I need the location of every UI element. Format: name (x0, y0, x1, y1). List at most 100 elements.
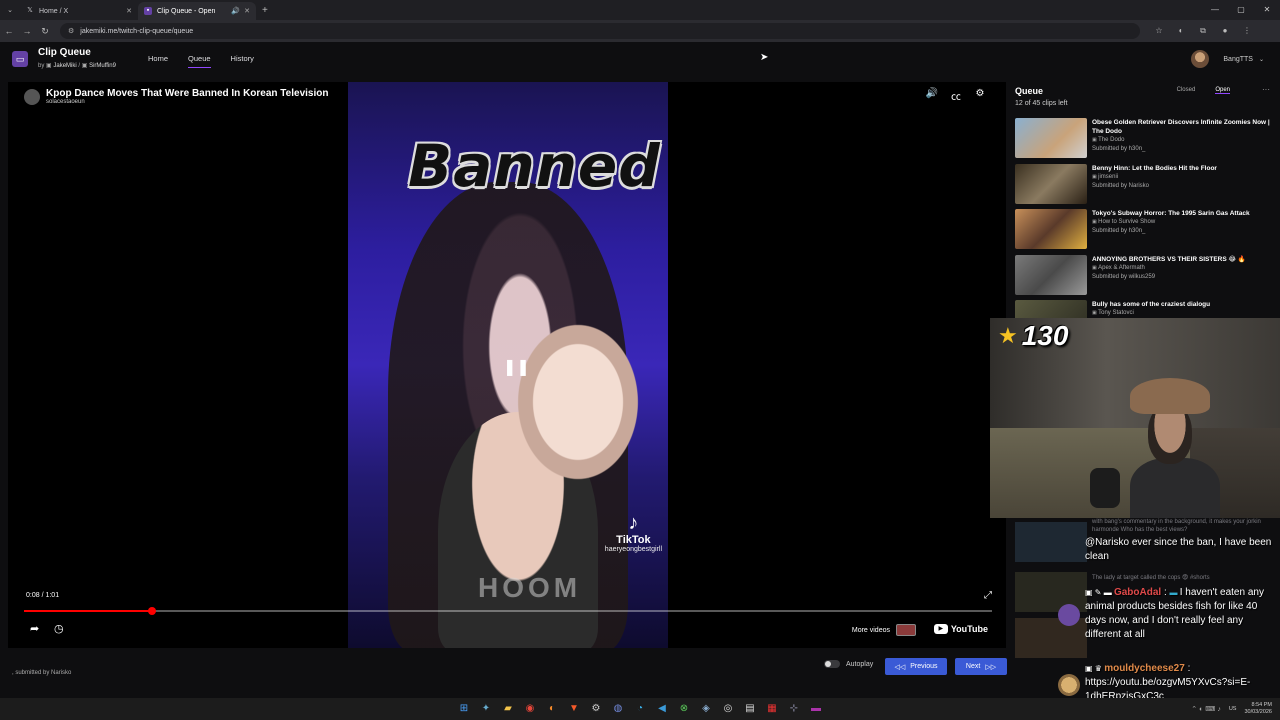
clock-date: 30/03/2026 (1244, 709, 1272, 715)
queue-title: Queue (1015, 86, 1044, 96)
user-menu[interactable]: BangTTS ⌄ (1191, 50, 1264, 68)
queue-item-info: ANNOYING BROTHERS VS THEIR SISTERS 😂 🔥 A… (1092, 255, 1246, 301)
queue-open-tab[interactable]: Open (1215, 87, 1230, 94)
more-videos-button[interactable]: More videos (852, 624, 916, 636)
audio-playing-icon[interactable]: 🔊 (231, 7, 240, 15)
autoplay-toggle[interactable]: Autoplay (824, 660, 873, 668)
video-channel[interactable]: solacestaoeun (46, 99, 328, 105)
chat-message-text: @Narisko ever since the ban, I have been… (1085, 537, 1272, 562)
share-icon[interactable]: ➦ (30, 622, 54, 635)
site-info-icon[interactable]: ⚙ (68, 27, 74, 35)
credits-by: by (38, 63, 45, 69)
chrome-icon[interactable]: ◉ (519, 698, 541, 720)
tab-clip-queue[interactable]: ▪ Clip Queue - Open 🔊 ✕ (138, 2, 256, 20)
new-tab-button[interactable]: + (262, 5, 268, 16)
minimize-icon[interactable]: — (1202, 0, 1228, 20)
file-explorer-icon[interactable]: ▰ (497, 698, 519, 720)
brave-icon[interactable]: ▼ (563, 698, 585, 720)
recorder-icon[interactable]: ▦ (761, 698, 783, 720)
progress-bar[interactable] (24, 607, 992, 615)
tiktok-logo-icon: ♪ (628, 512, 639, 534)
back-icon[interactable]: ← (0, 26, 18, 36)
scrubber-handle[interactable] (147, 607, 156, 615)
queue-item[interactable]: Benny Hinn: Let the Bodies Hit the Floor… (1015, 163, 1277, 210)
video-player[interactable]: Banned ❚❚ ♪ TikTok haeryeongbestgirll HO… (8, 82, 1006, 648)
username: BangTTS (1223, 55, 1253, 63)
channel-avatar[interactable] (24, 89, 40, 105)
tab-search-button[interactable]: ⌄ (0, 6, 20, 14)
more-videos-label: More videos (851, 626, 890, 634)
author-link-1[interactable]: JakeMiki (53, 63, 76, 69)
app-icon[interactable]: ▤ (739, 698, 761, 720)
queue-item[interactable]: Obese Golden Retriever Discovers Infinit… (1015, 118, 1277, 164)
queue-menu-icon[interactable]: ··· (1262, 85, 1270, 94)
extensions-puzzle-icon[interactable]: ⧉ (1192, 26, 1214, 36)
star-counter: ★ 130 (998, 320, 1068, 352)
watch-later-clock-icon[interactable]: ◷ (54, 622, 78, 635)
queue-closed-tab[interactable]: Closed (1177, 87, 1196, 94)
tiktok-word: TikTok (616, 534, 651, 546)
video-title[interactable]: Kpop Dance Moves That Were Banned In Kor… (46, 88, 328, 99)
system-clock[interactable]: 8:54 PM 30/03/2026 (1244, 702, 1272, 716)
submitted-by-text: , submitted by Narisko (12, 670, 71, 676)
settings-gear-icon[interactable]: ⚙ (585, 698, 607, 720)
copilot-icon[interactable]: ✦ (475, 698, 497, 720)
queue-item-title: Benny Hinn: Let the Bodies Hit the Floor (1092, 164, 1217, 172)
queue-status-tabs: Closed Open (1157, 87, 1230, 94)
tiktok-watermark: ♪ TikTok haeryeongbestgirll (605, 512, 662, 553)
reload-icon[interactable]: ↻ (36, 26, 54, 37)
tray-icons[interactable]: ⌃ ◐ ⌨ ♪ (1191, 705, 1221, 713)
settings-gear-icon[interactable]: ⚙ (968, 88, 992, 103)
queue-list: Obese Golden Retriever Discovers Infinit… (1015, 118, 1277, 346)
app-icon[interactable]: ⊹ (783, 698, 805, 720)
bookmark-star-icon[interactable]: ☆ (1148, 26, 1170, 36)
queue-item[interactable]: Tokyo's Subway Horror: The 1995 Sarin Ga… (1015, 209, 1277, 255)
extension-icon[interactable]: ◐ (1170, 26, 1192, 36)
obs-icon[interactable]: ◎ (717, 698, 739, 720)
autoplay-switch[interactable] (824, 660, 840, 668)
steam-icon[interactable]: ◈ (695, 698, 717, 720)
fullscreen-icon[interactable]: ⤢ (984, 590, 992, 601)
language-indicator[interactable]: US (1229, 706, 1237, 712)
previous-label: Previous (910, 663, 938, 670)
app-icon[interactable]: ▬ (805, 698, 827, 720)
next-button[interactable]: Next ▷▷ (955, 658, 1007, 675)
queue-item[interactable]: ANNOYING BROTHERS VS THEIR SISTERS 😂 🔥 A… (1015, 254, 1277, 301)
previous-button[interactable]: ◁◁ Previous (885, 658, 947, 675)
browser-menu-icon[interactable]: ⋮ (1236, 26, 1258, 36)
windows-taskbar: ⊞ ✦ ▰ ◉ ◐ ▼ ⚙ ◍ ◔ ◀ ⊗ ◈ ◎ ▤ ▦ ⊹ ▬ ⌃ ◐ ⌨ … (0, 698, 1280, 720)
close-tab-icon[interactable]: ✕ (126, 7, 132, 15)
mouse-cursor-icon: ➤ (760, 52, 769, 63)
captions-icon[interactable]: ㏄ (944, 88, 968, 103)
forward-icon[interactable]: → (18, 26, 36, 36)
nav-queue[interactable]: Queue (188, 54, 211, 68)
queue-item-channel: Apex & Aftermath (1092, 264, 1246, 273)
xbox-icon[interactable]: ⊗ (673, 698, 695, 720)
vscode-icon[interactable]: ◀ (651, 698, 673, 720)
volume-icon[interactable]: 🔊 (920, 88, 944, 103)
app-credits: by ▣ JakeMiki / ▣ SirMuffin9 (38, 62, 116, 69)
queue-item-channel: jimsenii (1092, 173, 1217, 182)
firefox-icon[interactable]: ◐ (541, 698, 563, 720)
close-tab-icon[interactable]: ✕ (244, 7, 250, 15)
system-tray: ⌃ ◐ ⌨ ♪ US 8:54 PM 30/03/2026 (1191, 698, 1272, 720)
clip-queue-logo-icon[interactable]: ▭ (12, 51, 28, 67)
edge-icon[interactable]: ◔ (629, 698, 651, 720)
url-field[interactable]: ⚙ jakemiki.me/twitch-clip-queue/queue (60, 23, 1140, 39)
faded-queue-thumbnail (1015, 618, 1087, 658)
tab-home-x[interactable]: 𝕏 Home / X ✕ (20, 2, 138, 20)
avatar (1058, 674, 1080, 696)
maximize-icon[interactable]: ▢ (1228, 0, 1254, 20)
pause-icon[interactable]: ❚❚ (503, 357, 530, 377)
nav-home[interactable]: Home (148, 54, 168, 68)
windows-start-icon[interactable]: ⊞ (453, 698, 475, 720)
profile-icon[interactable]: ● (1214, 26, 1236, 36)
chat-overlay: with bang's commentary in the background… (1010, 518, 1280, 708)
discord-icon[interactable]: ◍ (607, 698, 629, 720)
youtube-play-icon: ▶ (933, 624, 948, 634)
youtube-logo-link[interactable]: ▶ YouTube (933, 624, 988, 634)
close-window-icon[interactable]: ✕ (1254, 0, 1280, 20)
neon-sign-text: HOOM (478, 572, 582, 603)
nav-history[interactable]: History (231, 54, 254, 68)
author-link-2[interactable]: SirMuffin9 (89, 63, 116, 69)
